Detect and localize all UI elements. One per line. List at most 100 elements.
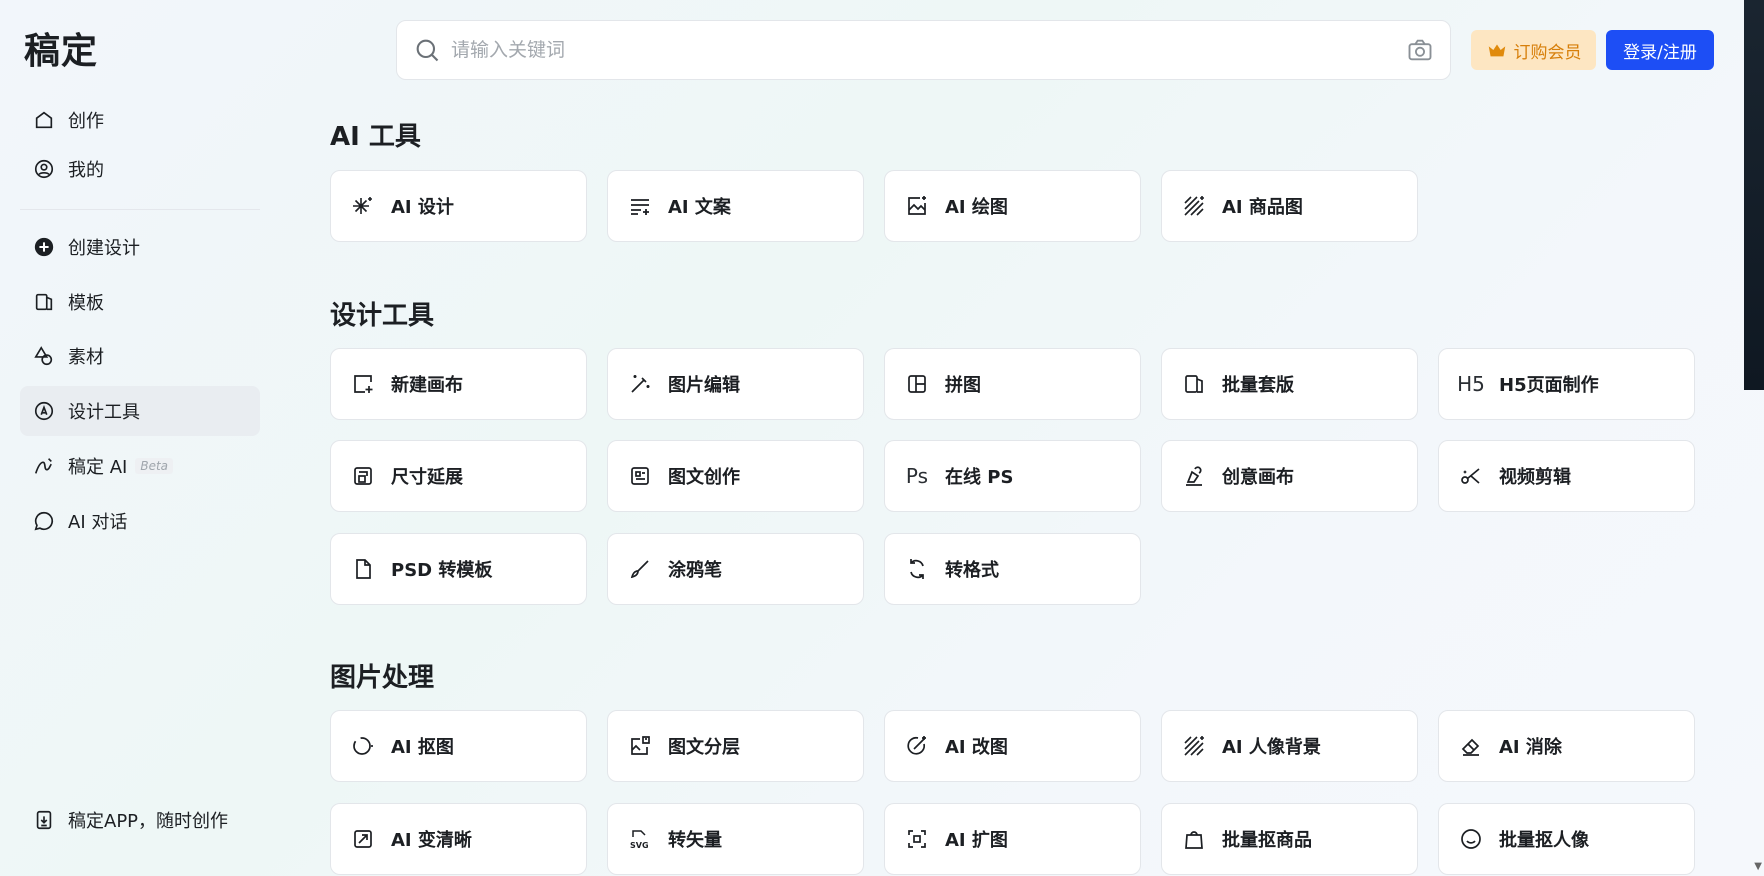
tool-card-layer-split[interactable]: 图文分层	[607, 710, 864, 782]
scissors-icon	[1459, 464, 1483, 488]
sidebar-item-label: 素材	[68, 347, 104, 368]
sidebar-item-gaoding-ai[interactable]: 稿定 AI Beta	[20, 441, 260, 491]
sparkle-icon	[351, 194, 375, 218]
tool-card-label: 批量抠人像	[1499, 830, 1589, 851]
sidebar-divider	[20, 209, 260, 210]
sidebar-item-templates[interactable]: 模板	[20, 277, 260, 327]
tool-card-label: 尺寸延展	[391, 467, 463, 488]
eraser-icon	[1459, 734, 1483, 758]
tool-card-label: AI 改图	[945, 737, 1008, 758]
tool-card-label: 转格式	[945, 560, 999, 581]
brush-icon	[628, 557, 652, 581]
tool-card-label: 拼图	[945, 375, 981, 396]
tool-card-online-ps[interactable]: Ps 在线 PS	[884, 440, 1141, 512]
sharpen-icon	[351, 827, 375, 851]
download-app-label: 稿定APP，随时创作	[68, 811, 229, 832]
tool-card-article-creation[interactable]: 图文创作	[607, 440, 864, 512]
tool-card-vectorize[interactable]: SVG 转矢量	[607, 803, 864, 875]
h5-icon: H5	[1457, 372, 1485, 396]
tool-card-resize[interactable]: 尺寸延展	[330, 440, 587, 512]
tool-card-batch-portrait-cutout[interactable]: 批量抠人像	[1438, 803, 1695, 875]
collage-icon	[905, 372, 929, 396]
login-register-button[interactable]: 登录/注册	[1606, 30, 1714, 70]
tool-card-label: 图文创作	[668, 467, 740, 488]
template-icon	[32, 290, 56, 314]
ai-pen-icon	[32, 454, 56, 478]
app-logo[interactable]: 稿定	[24, 22, 98, 74]
convert-icon	[905, 557, 929, 581]
tool-card-ai-product-image[interactable]: AI 商品图	[1161, 170, 1418, 242]
tool-card-label: AI 扩图	[945, 830, 1008, 851]
tool-card-ai-modify-image[interactable]: AI 改图	[884, 710, 1141, 782]
crown-icon	[1488, 44, 1505, 57]
tool-card-ai-portrait-bg[interactable]: AI 人像背景	[1161, 710, 1418, 782]
section-title-ai-tools: AI 工具	[330, 122, 421, 152]
sidebar-item-label: 稿定 AI	[68, 457, 128, 478]
expand-icon	[905, 827, 929, 851]
tool-card-label: AI 抠图	[391, 737, 454, 758]
image-sparkle-icon	[905, 194, 929, 218]
tool-card-ai-expand[interactable]: AI 扩图	[884, 803, 1141, 875]
plus-circle-icon	[32, 235, 56, 259]
beta-badge: Beta	[135, 458, 174, 474]
search-bar[interactable]	[396, 20, 1451, 80]
tool-card-ai-design[interactable]: AI 设计	[330, 170, 587, 242]
tool-card-h5-page[interactable]: H5 H5页面制作	[1438, 348, 1695, 420]
sidebar-item-create[interactable]: 创作	[20, 95, 260, 145]
batch-template-icon	[1182, 372, 1206, 396]
tool-card-label: AI 设计	[391, 197, 454, 218]
sidebar-item-materials[interactable]: 素材	[20, 331, 260, 381]
tool-card-creative-canvas[interactable]: 创意画布	[1161, 440, 1418, 512]
tool-card-label: AI 人像背景	[1222, 737, 1321, 758]
ps-icon: Ps	[905, 464, 929, 488]
sidebar: 稿定 创作 我的 创建设计 模板 素材 设计工具 稿定 AI Beta AI 对…	[0, 0, 280, 876]
user-icon	[32, 157, 56, 181]
sidebar-item-label: AI 对话	[68, 512, 128, 533]
tool-card-convert-format[interactable]: 转格式	[884, 533, 1141, 605]
tool-card-video-edit[interactable]: 视频剪辑	[1438, 440, 1695, 512]
tool-card-collage[interactable]: 拼图	[884, 348, 1141, 420]
tool-card-ai-cutout[interactable]: AI 抠图	[330, 710, 587, 782]
sidebar-item-label: 设计工具	[68, 402, 140, 423]
tool-card-label: PSD 转模板	[391, 560, 493, 581]
tool-card-batch-product-cutout[interactable]: 批量抠商品	[1161, 803, 1418, 875]
article-icon	[628, 464, 652, 488]
tool-card-label: 图片编辑	[668, 375, 740, 396]
text-lines-icon	[628, 194, 652, 218]
tool-card-ai-drawing[interactable]: AI 绘图	[884, 170, 1141, 242]
portrait-bg-icon	[1182, 734, 1206, 758]
cutout-icon	[351, 734, 375, 758]
chat-icon	[32, 509, 56, 533]
tool-card-label: AI 变清晰	[391, 830, 472, 851]
tool-card-batch-template[interactable]: 批量套版	[1161, 348, 1418, 420]
search-icon	[416, 39, 439, 62]
tool-card-doodle-pen[interactable]: 涂鸦笔	[607, 533, 864, 605]
tool-card-ai-sharpen[interactable]: AI 变清晰	[330, 803, 587, 875]
vip-label: 订购会员	[1513, 42, 1582, 63]
tool-card-label: AI 绘图	[945, 197, 1008, 218]
tool-card-image-edit[interactable]: 图片编辑	[607, 348, 864, 420]
tool-card-label: AI 文案	[668, 197, 731, 218]
search-input[interactable]	[451, 39, 1406, 61]
tool-card-label: 新建画布	[391, 375, 463, 396]
tool-card-new-canvas[interactable]: 新建画布	[330, 348, 587, 420]
tool-card-label: AI 消除	[1499, 737, 1562, 758]
sidebar-item-new-design[interactable]: 创建设计	[20, 222, 260, 272]
tool-card-label: 批量抠商品	[1222, 830, 1312, 851]
section-title-image-processing: 图片处理	[330, 663, 435, 693]
scroll-down-icon[interactable]: ▼	[1754, 861, 1762, 872]
tool-card-label: 视频剪辑	[1499, 467, 1571, 488]
tool-card-ai-copywriting[interactable]: AI 文案	[607, 170, 864, 242]
tool-card-label: H5页面制作	[1499, 375, 1599, 396]
tool-card-label: 批量套版	[1222, 375, 1294, 396]
tool-card-ai-erase[interactable]: AI 消除	[1438, 710, 1695, 782]
sidebar-item-mine[interactable]: 我的	[20, 144, 260, 194]
sidebar-item-ai-chat[interactable]: AI 对话	[20, 496, 260, 546]
magic-wand-icon	[628, 372, 652, 396]
tool-card-psd-to-template[interactable]: PSD 转模板	[330, 533, 587, 605]
camera-search-icon[interactable]	[1406, 36, 1434, 64]
subscribe-vip-button[interactable]: 订购会员	[1471, 30, 1596, 70]
sidebar-item-design-tools[interactable]: 设计工具	[20, 386, 260, 436]
download-app-link[interactable]: 稿定APP，随时创作	[20, 796, 260, 844]
home-icon	[32, 108, 56, 132]
